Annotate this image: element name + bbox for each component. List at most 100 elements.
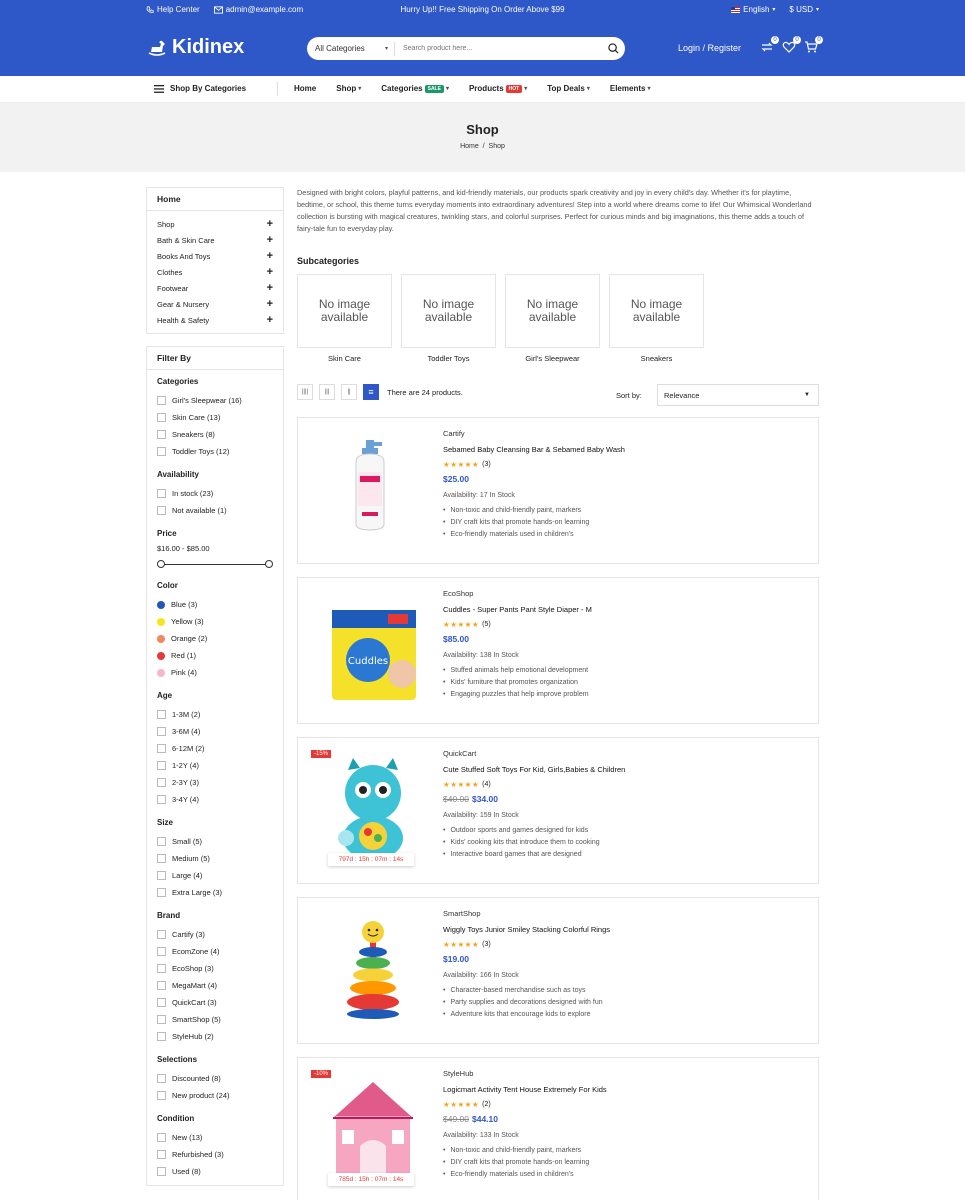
filter-option[interactable]: 2-3Y (3): [157, 774, 283, 791]
filter-checkbox[interactable]: [157, 744, 166, 753]
filter-option[interactable]: 3-6M (4): [157, 723, 283, 740]
filter-checkbox[interactable]: [157, 727, 166, 736]
language-selector[interactable]: English ▾: [731, 5, 775, 14]
category-tree-item[interactable]: Clothes +: [147, 264, 283, 280]
filter-option[interactable]: StyleHub (2): [157, 1028, 283, 1045]
logo[interactable]: Kidinex: [146, 36, 244, 59]
nav-item-shop[interactable]: Shop ▾: [336, 84, 361, 93]
product-name[interactable]: Cute Stuffed Soft Toys For Kid, Girls,Ba…: [443, 765, 803, 774]
category-tree-title[interactable]: Home: [147, 188, 283, 211]
category-tree-item[interactable]: Shop +: [147, 216, 283, 232]
filter-checkbox[interactable]: [157, 396, 166, 405]
breadcrumb-home[interactable]: Home: [460, 143, 479, 150]
nav-item-home[interactable]: Home: [294, 84, 316, 93]
plus-icon[interactable]: +: [267, 282, 273, 294]
price-slider-min-handle[interactable]: [157, 560, 165, 568]
filter-option[interactable]: Toddler Toys (12): [157, 443, 283, 460]
category-tree-item[interactable]: Footwear +: [147, 280, 283, 296]
plus-icon[interactable]: +: [267, 234, 273, 246]
filter-checkbox[interactable]: [157, 1091, 166, 1100]
grid-4-view-button[interactable]: ||||: [297, 384, 313, 400]
product-brand[interactable]: EcoShop: [443, 589, 803, 598]
product-image[interactable]: Cuddles: [318, 588, 428, 713]
filter-option[interactable]: In stock (23): [157, 485, 283, 502]
product-brand[interactable]: QuickCart: [443, 749, 803, 758]
product-name[interactable]: Cuddles - Super Pants Pant Style Diaper …: [443, 605, 803, 614]
login-register-link[interactable]: Login / Register: [678, 43, 741, 53]
filter-option[interactable]: EcoShop (3): [157, 960, 283, 977]
filter-checkbox[interactable]: [157, 837, 166, 846]
filter-option[interactable]: Medium (5): [157, 850, 283, 867]
sort-select[interactable]: Relevance ▼: [657, 384, 819, 406]
product-card[interactable]: Cuddles EcoShop Cuddles - Super Pants Pant…: [297, 577, 819, 724]
filter-option[interactable]: Orange (2): [157, 630, 283, 647]
filter-checkbox[interactable]: [157, 1150, 166, 1159]
filter-option[interactable]: Cartify (3): [157, 926, 283, 943]
category-tree-item[interactable]: Health & Safety +: [147, 312, 283, 328]
wishlist-button[interactable]: 0: [782, 36, 801, 54]
filter-option[interactable]: New (13): [157, 1129, 283, 1146]
category-tree-item[interactable]: Gear & Nursery +: [147, 296, 283, 312]
plus-icon[interactable]: +: [267, 314, 273, 326]
filter-option[interactable]: Blue (3): [157, 596, 283, 613]
filter-checkbox[interactable]: [157, 981, 166, 990]
filter-option[interactable]: Refurbished (3): [157, 1146, 283, 1163]
plus-icon[interactable]: +: [267, 266, 273, 278]
nav-item-categories[interactable]: Categories SALE ▾: [381, 84, 449, 93]
filter-option[interactable]: Skin Care (13): [157, 409, 283, 426]
filter-checkbox[interactable]: [157, 1032, 166, 1041]
filter-option[interactable]: 1-3M (2): [157, 706, 283, 723]
product-name[interactable]: Wiggly Toys Junior Smiley Stacking Color…: [443, 925, 803, 934]
product-card[interactable]: Cartify Sebamed Baby Cleansing Bar & Seba…: [297, 417, 819, 564]
color-swatch[interactable]: [157, 600, 165, 609]
filter-checkbox[interactable]: [157, 1167, 166, 1176]
product-card[interactable]: -15% 797d : 15h : 07m : 14s QuickCart Cute …: [297, 737, 819, 884]
filter-checkbox[interactable]: [157, 871, 166, 880]
filter-checkbox[interactable]: [157, 1133, 166, 1142]
filter-checkbox[interactable]: [157, 413, 166, 422]
product-brand[interactable]: StyleHub: [443, 1069, 803, 1078]
product-brand[interactable]: SmartShop: [443, 909, 803, 918]
plus-icon[interactable]: +: [267, 250, 273, 262]
category-tree-item[interactable]: Bath & Skin Care +: [147, 232, 283, 248]
price-slider[interactable]: [157, 559, 273, 571]
nav-item-products[interactable]: Products HOT ▾: [469, 84, 527, 93]
filter-checkbox[interactable]: [157, 430, 166, 439]
subcategory-card[interactable]: No image available Toddler Toys: [401, 274, 496, 363]
nav-item-top-deals[interactable]: Top Deals ▾: [547, 84, 590, 93]
filter-option[interactable]: Extra Large (3): [157, 884, 283, 901]
filter-checkbox[interactable]: [157, 1074, 166, 1083]
color-swatch[interactable]: [157, 617, 165, 626]
category-tree-item[interactable]: Books And Toys +: [147, 248, 283, 264]
nav-item-elements[interactable]: Elements ▾: [610, 84, 651, 93]
filter-option[interactable]: Used (8): [157, 1163, 283, 1180]
subcategory-card[interactable]: No image available Girl's Sleepwear: [505, 274, 600, 363]
subcategory-card[interactable]: No image available Sneakers: [609, 274, 704, 363]
filter-checkbox[interactable]: [157, 795, 166, 804]
filter-checkbox[interactable]: [157, 888, 166, 897]
filter-checkbox[interactable]: [157, 998, 166, 1007]
grid-2-view-button[interactable]: ||: [341, 384, 357, 400]
filter-option[interactable]: Girl's Sleepwear (16): [157, 392, 283, 409]
price-slider-max-handle[interactable]: [265, 560, 273, 568]
grid-3-view-button[interactable]: |||: [319, 384, 335, 400]
color-swatch[interactable]: [157, 651, 165, 660]
product-card[interactable]: -10% 785d : 15h : 07m : 14s StyleHub Logicm…: [297, 1057, 819, 1200]
currency-selector[interactable]: $ USD ▾: [789, 5, 819, 14]
filter-checkbox[interactable]: [157, 506, 166, 515]
filter-option[interactable]: 6-12M (2): [157, 740, 283, 757]
cart-button[interactable]: 0: [804, 36, 823, 54]
filter-option[interactable]: EcomZone (4): [157, 943, 283, 960]
filter-option[interactable]: 1-2Y (4): [157, 757, 283, 774]
filter-option[interactable]: Large (4): [157, 867, 283, 884]
plus-icon[interactable]: +: [267, 298, 273, 310]
product-brand[interactable]: Cartify: [443, 429, 803, 438]
filter-option[interactable]: Small (5): [157, 833, 283, 850]
filter-option[interactable]: MegaMart (4): [157, 977, 283, 994]
search-category-select[interactable]: All Categories ▾: [307, 41, 395, 56]
product-name[interactable]: Logicmart Activity Tent House Extremely …: [443, 1085, 803, 1094]
subcategory-card[interactable]: No image available Skin Care: [297, 274, 392, 363]
filter-option[interactable]: Red (1): [157, 647, 283, 664]
filter-option[interactable]: Not available (1): [157, 502, 283, 519]
product-image[interactable]: [318, 908, 428, 1033]
